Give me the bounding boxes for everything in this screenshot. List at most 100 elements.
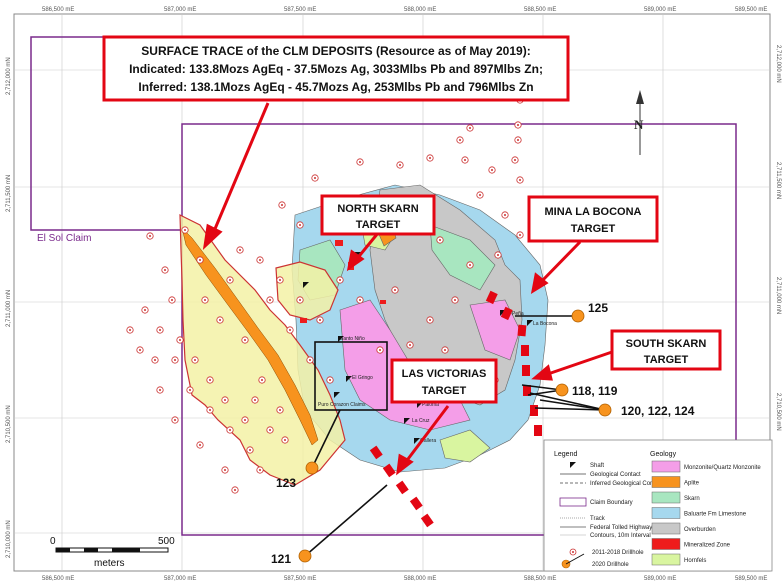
drillhole-marker-dot: [184, 229, 186, 231]
bottom-grid-labels: 586,500 mE 587,000 mE 587,500 mE 588,000…: [42, 576, 767, 582]
drillhole-marker-dot: [459, 139, 461, 141]
drillhole-marker-dot: [269, 299, 271, 301]
geology-label: Hornfels: [684, 558, 706, 564]
drillhole-120-label: 120, 122, 124: [621, 404, 695, 418]
geology-swatch: [651, 507, 681, 519]
grid-label: 2,711,500 mN: [6, 175, 12, 212]
drillhole-marker-dot: [399, 164, 401, 166]
legend-panel: [543, 439, 773, 572]
mina-la-bocona-title: MINA LA BOCONA: [545, 206, 642, 218]
drillhole-marker-dot: [199, 444, 201, 446]
geology-label: Mineralized Zone: [684, 543, 731, 549]
las-victorias-subtitle: TARGET: [422, 385, 467, 397]
drillhole-marker-dot: [279, 279, 281, 281]
drillhole-marker-dot: [249, 449, 251, 451]
top-grid-labels: 586,500 mE 587,000 mE 587,500 mE 588,000…: [42, 7, 767, 13]
grid-label: 588,000 mE: [404, 7, 436, 13]
drillhole-118-label: 118, 119: [572, 384, 618, 398]
grid-label: 2,710,500 mN: [775, 393, 781, 431]
place-label: Puro Corazon Claims: [318, 402, 366, 408]
drillhole-marker-dot: [261, 379, 263, 381]
grid-label: 2,712,000 mN: [6, 57, 12, 95]
el-sol-claim-label: El Sol Claim: [37, 233, 91, 244]
north-skarn-title: NORTH SKARN: [337, 203, 418, 215]
drillhole-marker-dot: [497, 254, 499, 256]
drillhole-marker-dot: [159, 389, 161, 391]
grid-label: 2,711,000 mN: [6, 290, 12, 327]
legend-item: 2011-2018 Drillhole: [592, 550, 644, 556]
drillhole-120-collar: [598, 403, 612, 417]
drillhole-125-collar: [571, 309, 585, 323]
geology-label: Overburden: [684, 527, 716, 533]
grid-label: 589,500 mE: [735, 7, 767, 13]
drillhole-marker-dot: [139, 349, 141, 351]
drillhole-marker-dot: [309, 359, 311, 361]
drillhole-marker-dot: [284, 439, 286, 441]
legend-item: 2020 Drillhole: [592, 562, 629, 568]
grid-label: 2,710,500 mN: [6, 405, 12, 443]
deposit-summary-line2: Indicated: 133.8Mozs AgEq - 37.5Mozs Ag,…: [129, 62, 543, 76]
drillhole-125-label: 125: [588, 301, 608, 315]
place-label: La Bocona: [533, 321, 557, 327]
drillhole-marker-dot: [149, 235, 151, 237]
geology-swatch: [651, 538, 681, 550]
drillhole-marker-dot: [394, 289, 396, 291]
drillhole-marker-dot: [204, 299, 206, 301]
drillhole-marker-dot: [234, 489, 236, 491]
south-skarn-title: SOUTH SKARN: [626, 338, 707, 350]
drillhole-marker-dot: [444, 349, 446, 351]
geology-label: Monzonite/Quartz Monzonite: [684, 465, 761, 471]
deposit-summary-line1: SURFACE TRACE of the CLM DEPOSITS (Resou…: [141, 44, 530, 58]
drillhole-marker-dot: [469, 264, 471, 266]
drillhole-marker-dot: [519, 179, 521, 181]
drillhole-marker-dot: [314, 177, 316, 179]
grid-label: 587,000 mE: [164, 576, 196, 582]
drillhole-marker-dot: [154, 359, 156, 361]
legend-item: Track: [590, 516, 606, 522]
drillhole-marker-dot: [359, 299, 361, 301]
grid-label: 586,500 mE: [42, 576, 74, 582]
drillhole-marker-dot: [359, 161, 361, 163]
geology-swatch: [651, 491, 681, 504]
scale-bar-unit: meters: [94, 558, 125, 569]
drillhole-marker-dot: [224, 399, 226, 401]
drillhole-marker-dot: [144, 309, 146, 311]
drillhole-marker-dot: [174, 419, 176, 421]
drillhole-marker-dot: [229, 429, 231, 431]
mina-la-bocona-subtitle: TARGET: [571, 223, 616, 235]
grid-label: 2,711,500 mN: [775, 162, 781, 199]
drillhole-marker-dot: [339, 279, 341, 281]
scale-bar-end: 500: [158, 536, 175, 547]
grid-label: 587,500 mE: [284, 7, 316, 13]
geology-label: Skarn: [684, 496, 700, 502]
drillhole-marker-dot: [189, 389, 191, 391]
drillhole-marker-dot: [194, 359, 196, 361]
geology-swatch: [651, 553, 681, 566]
drillhole-marker-dot: [171, 299, 173, 301]
north-skarn-subtitle: TARGET: [356, 219, 401, 231]
grid-label: 588,500 mE: [524, 576, 556, 582]
geology-label: Aplite: [684, 481, 700, 487]
drillhole-marker-dot: [239, 249, 241, 251]
drillhole-marker-dot: [209, 379, 211, 381]
drillhole-marker-dot: [164, 269, 166, 271]
drillhole-marker-dot: [159, 329, 161, 331]
drillhole-marker-dot: [319, 319, 321, 321]
geology-swatch: [651, 522, 681, 535]
legend-item: Federal Tolled Highway: [590, 525, 652, 531]
drillhole-marker-dot: [199, 259, 201, 261]
drillhole-marker-dot: [174, 359, 176, 361]
drillhole-marker-dot: [439, 239, 441, 241]
drillhole-marker-dot: [179, 339, 181, 341]
right-grid-labels: 2,712,000 mN 2,711,500 mN 2,711,000 mN 2…: [775, 45, 781, 431]
drillhole-marker-dot: [479, 194, 481, 196]
grid-label: 2,712,000 mN: [775, 45, 781, 83]
drillhole-marker-dot: [469, 127, 471, 129]
drillhole-marker-dot: [129, 329, 131, 331]
drillhole-marker-dot: [259, 469, 261, 471]
drillhole-marker-dot: [244, 419, 246, 421]
place-label: La Cruz: [412, 418, 430, 424]
scale-bar-start: 0: [50, 536, 56, 547]
drillhole-118-collar: [555, 383, 569, 397]
legend-title: Legend: [554, 451, 577, 458]
